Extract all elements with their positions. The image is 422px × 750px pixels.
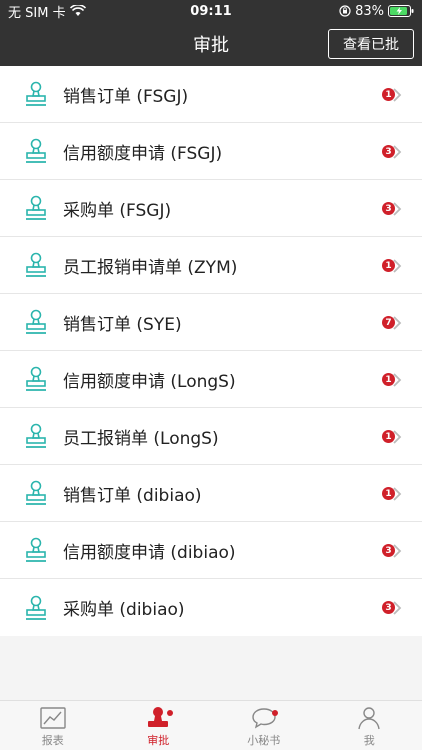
notification-dot: [166, 710, 173, 716]
stamp-icon: [26, 252, 46, 277]
count-badge: 1: [382, 430, 395, 443]
status-right: 83%: [274, 4, 414, 19]
list-item[interactable]: 销售订单 (dibiao) 1: [0, 465, 422, 522]
item-label: 信用额度申请 (FSGJ): [63, 143, 223, 164]
tab-approval[interactable]: 审批: [106, 701, 212, 750]
list-item[interactable]: 信用额度申请 (LongS) 1: [0, 351, 422, 408]
item-label: 销售订单 (SYE): [63, 314, 182, 335]
list-item[interactable]: 员工报销申请单 (ZYM) 1: [0, 237, 422, 294]
tab-bar: 报表 审批 小秘书 我: [0, 700, 422, 750]
tab-label: 小秘书: [247, 734, 281, 747]
carrier-label: 无 SIM 卡: [8, 5, 66, 21]
tab-me[interactable]: 我: [317, 701, 422, 750]
list-item[interactable]: 采购单 (FSGJ) 3: [0, 180, 422, 237]
list-item[interactable]: 采购单 (dibiao) 3: [0, 579, 422, 636]
count-badge: 3: [382, 601, 395, 614]
count-badge: 3: [382, 202, 395, 215]
count-badge: 3: [382, 544, 395, 557]
stamp-icon: [26, 81, 46, 106]
tab-reports[interactable]: 报表: [0, 701, 106, 750]
stamp-icon: [26, 366, 46, 391]
item-label: 员工报销申请单 (ZYM): [63, 257, 238, 278]
battery-icon: [388, 5, 414, 17]
approval-list: 销售订单 (FSGJ) 1 信用额度申请 (FSGJ) 3 采购单 (FSGJ)…: [0, 66, 422, 636]
wifi-icon: [69, 5, 86, 16]
item-label: 销售订单 (dibiao): [63, 485, 202, 506]
nav-bar: 审批 查看已批: [0, 22, 422, 66]
orientation-lock-icon: [339, 5, 351, 17]
clock: 09:11: [190, 3, 232, 19]
count-badge: 1: [382, 487, 395, 500]
count-badge: 7: [382, 316, 395, 329]
item-label: 采购单 (dibiao): [63, 600, 185, 620]
stamp-icon: [26, 423, 46, 448]
item-label: 销售订单 (FSGJ): [63, 86, 189, 107]
tab-label: 报表: [41, 734, 64, 747]
stamp-icon: [26, 480, 46, 505]
list-item[interactable]: 信用额度申请 (FSGJ) 3: [0, 123, 422, 180]
item-label: 信用额度申请 (dibiao): [63, 542, 236, 563]
list-item[interactable]: 员工报销单 (LongS) 1: [0, 408, 422, 465]
list-item[interactable]: 销售订单 (FSGJ) 1: [0, 66, 422, 123]
battery-percent: 83%: [355, 3, 384, 19]
count-badge: 1: [382, 259, 395, 272]
chart-icon: [40, 707, 66, 729]
stamp-icon: [26, 309, 46, 334]
status-bar: 无 SIM 卡 09:11 83%: [0, 0, 422, 22]
view-approved-button[interactable]: 查看已批: [328, 29, 414, 59]
notification-dot: [272, 710, 278, 716]
count-badge: 1: [382, 88, 395, 101]
stamp-icon: [26, 595, 46, 620]
item-label: 采购单 (FSGJ): [63, 200, 172, 221]
status-left: 无 SIM 卡: [8, 2, 148, 21]
stamp-icon: [26, 195, 46, 220]
count-badge: 1: [382, 373, 395, 386]
item-label: 信用额度申请 (LongS): [63, 371, 236, 392]
tab-assistant[interactable]: 小秘书: [211, 701, 317, 750]
tab-label: 我: [363, 734, 375, 747]
item-label: 员工报销单 (LongS): [63, 428, 219, 449]
list-item[interactable]: 销售订单 (SYE) 7: [0, 294, 422, 351]
stamp-icon: [26, 537, 46, 562]
count-badge: 3: [382, 145, 395, 158]
stamp-icon: [26, 138, 46, 163]
tab-label: 审批: [147, 734, 170, 747]
person-icon: [358, 707, 380, 730]
list-item[interactable]: 信用额度申请 (dibiao) 3: [0, 522, 422, 579]
page-title: 审批: [193, 35, 229, 56]
